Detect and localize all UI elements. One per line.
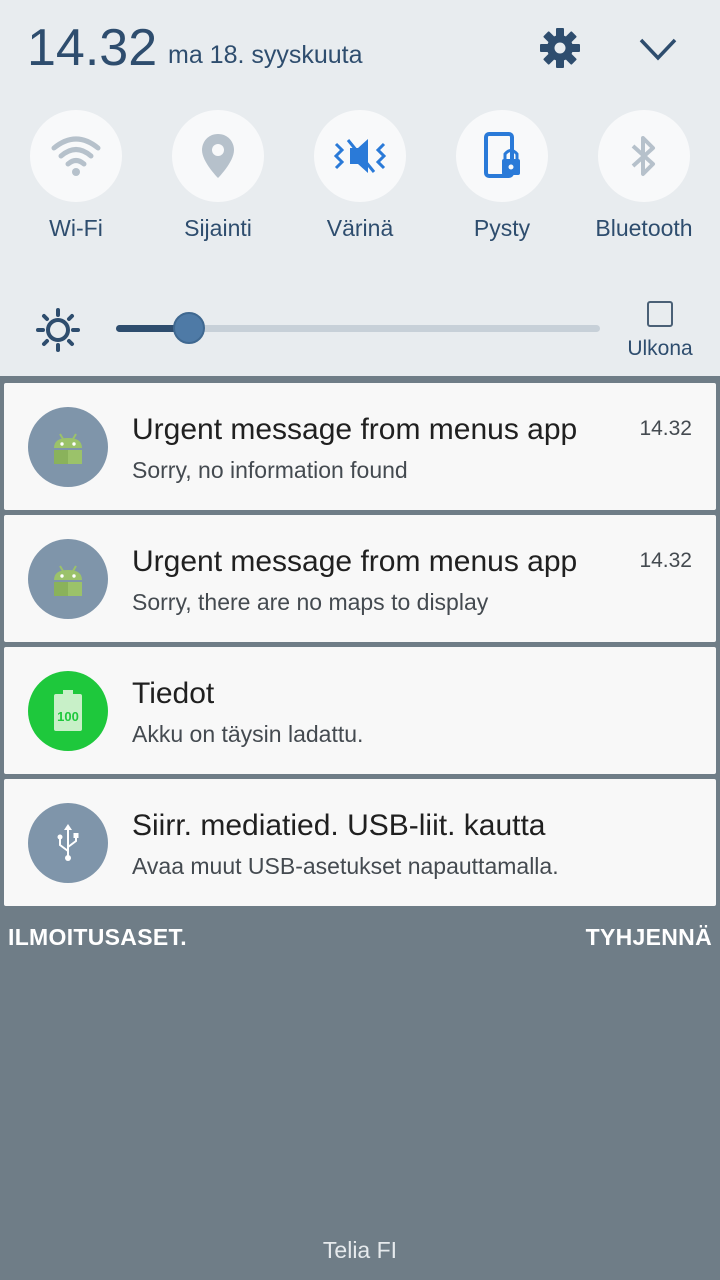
notification-card[interactable]: Urgent message from menus app Sorry, the… bbox=[4, 515, 716, 642]
notification-time: 14.32 bbox=[639, 417, 692, 440]
toggle-bluetooth-button[interactable] bbox=[598, 110, 690, 202]
notification-title: Siirr. mediatied. USB-liit. kautta bbox=[132, 809, 546, 842]
notification-card[interactable]: Urgent message from menus app Sorry, no … bbox=[4, 383, 716, 510]
notification-app-icon bbox=[28, 803, 108, 883]
toggle-wifi-label: Wi-Fi bbox=[49, 215, 103, 241]
carrier-label: Telia FI bbox=[322, 1237, 398, 1263]
notification-settings-button[interactable]: ILMOITUSASET. bbox=[8, 924, 187, 951]
android-icon bbox=[54, 565, 82, 596]
notification-card[interactable]: Siirr. mediatied. USB-liit. kautta Avaa … bbox=[4, 779, 716, 906]
brightness-icon bbox=[36, 308, 80, 352]
notification-text: Sorry, there are no maps to display bbox=[132, 589, 489, 615]
clear-all-button[interactable]: TYHJENNÄ bbox=[586, 924, 712, 951]
toggle-vibrate-label: Värinä bbox=[326, 215, 394, 241]
notification-app-icon bbox=[28, 407, 108, 487]
toggle-location[interactable]: Sijainti bbox=[172, 110, 264, 241]
battery-level-text: 100 bbox=[57, 709, 79, 724]
notification-text: Sorry, no information found bbox=[132, 457, 408, 483]
bluetooth-icon bbox=[631, 136, 655, 176]
clock: 14.32 bbox=[27, 19, 158, 77]
wifi-icon bbox=[51, 136, 101, 176]
toggle-vibrate-button[interactable] bbox=[314, 110, 406, 202]
usb-icon bbox=[57, 824, 79, 861]
toggle-rotation[interactable]: Pysty bbox=[456, 110, 548, 241]
outdoor-checkbox[interactable] bbox=[647, 301, 673, 327]
toggle-wifi[interactable]: Wi-Fi bbox=[30, 110, 122, 241]
android-icon bbox=[54, 433, 82, 464]
notification-title: Urgent message from menus app bbox=[132, 413, 578, 446]
date: ma 18. syyskuuta bbox=[168, 41, 363, 69]
toggle-bluetooth-label: Bluetooth bbox=[595, 215, 693, 241]
toggle-rotation-label: Pysty bbox=[473, 215, 531, 241]
notification-text: Akku on täysin ladattu. bbox=[132, 721, 364, 747]
quick-panel: 14.32 ma 18. syyskuuta Wi-Fi Sijainti Vä… bbox=[0, 0, 720, 376]
toggle-wifi-button[interactable] bbox=[30, 110, 122, 202]
brightness-slider-thumb[interactable] bbox=[173, 312, 205, 344]
chevron-down-icon[interactable] bbox=[636, 30, 680, 70]
outdoor-label: Ulkona bbox=[627, 337, 693, 360]
location-icon bbox=[202, 134, 234, 178]
notification-text: Avaa muut USB-asetukset napauttamalla. bbox=[132, 853, 559, 879]
toggle-location-button[interactable] bbox=[172, 110, 264, 202]
notification-title: Tiedot bbox=[132, 677, 215, 710]
gear-icon[interactable] bbox=[538, 26, 582, 70]
toggle-rotation-button[interactable] bbox=[456, 110, 548, 202]
vibrate-icon bbox=[333, 139, 387, 173]
toggle-vibrate[interactable]: Värinä bbox=[314, 110, 406, 241]
brightness-slider[interactable] bbox=[116, 312, 600, 344]
notification-title: Urgent message from menus app bbox=[132, 545, 578, 578]
notification-card[interactable]: 100 Tiedot Akku on täysin ladattu. bbox=[4, 647, 716, 774]
toggle-location-label: Sijainti bbox=[184, 215, 252, 241]
rotation-lock-icon bbox=[484, 132, 520, 178]
toggle-bluetooth[interactable]: Bluetooth bbox=[595, 110, 693, 241]
notification-time: 14.32 bbox=[639, 549, 692, 572]
notification-app-icon bbox=[28, 539, 108, 619]
